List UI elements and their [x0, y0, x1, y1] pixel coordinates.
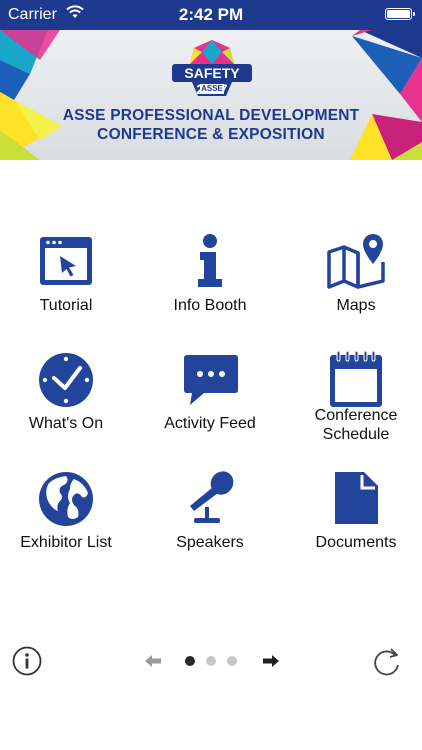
arrow-left-icon[interactable] [144, 654, 162, 668]
conference-schedule-label: Conference Schedule [314, 407, 398, 443]
calendar-icon [330, 350, 382, 407]
refresh-icon[interactable] [370, 646, 402, 678]
logo-subtext: ASSE [201, 84, 223, 93]
maps-button[interactable]: Maps [286, 232, 422, 350]
microphone-icon [190, 471, 234, 523]
speakers-button[interactable]: Speakers [140, 469, 280, 587]
activity-feed-button[interactable]: Activity Feed [140, 350, 280, 468]
whats-on-label: What's On [28, 415, 104, 432]
maps-label: Maps [336, 297, 376, 314]
banner-title-line1: ASSE PROFESSIONAL DEVELOPMENT [62, 107, 360, 124]
banner-title: ASSE PROFESSIONAL DEVELOPMENT CONFERENCE… [60, 106, 362, 144]
clock-time: 2:42 PM [178, 5, 244, 24]
tutorial-icon [40, 237, 92, 285]
whats-on-button[interactable]: What's On [0, 350, 136, 468]
arrow-right-icon[interactable] [262, 654, 280, 668]
info-booth-label: Info Booth [173, 297, 247, 314]
globe-icon [39, 472, 93, 526]
conference-schedule-button[interactable]: Conference Schedule [286, 350, 422, 468]
bottom-bar [0, 640, 422, 684]
chat-icon [184, 355, 238, 405]
status-bar: Carrier 2:42 PM [0, 0, 422, 30]
exhibitor-list-button[interactable]: Exhibitor List [0, 469, 136, 587]
activity-feed-label: Activity Feed [164, 415, 256, 432]
info-circle-icon[interactable] [12, 646, 42, 676]
page-indicator-dot-1[interactable] [185, 656, 195, 666]
documents-button[interactable]: Documents [286, 469, 422, 587]
conference-banner: SAFETY 2017 ASSE ASSE PROFESSIONAL DEVEL… [0, 30, 422, 160]
speakers-label: Speakers [176, 534, 244, 551]
info-icon [198, 234, 222, 287]
battery-icon [385, 8, 415, 20]
clock-icon [39, 353, 93, 407]
tutorial-button[interactable]: Tutorial [0, 232, 136, 350]
tutorial-label: Tutorial [39, 297, 93, 314]
exhibitor-list-label: Exhibitor List [20, 534, 112, 551]
banner-title-line2: CONFERENCE & EXPOSITION [97, 126, 325, 143]
info-booth-button[interactable]: Info Booth [140, 232, 280, 350]
map-icon [327, 234, 385, 289]
documents-label: Documents [315, 534, 397, 551]
page-indicator-dot-3[interactable] [227, 656, 237, 666]
page-indicator-dot-2[interactable] [206, 656, 216, 666]
safety-2017-logo: SAFETY 2017 ASSE [170, 38, 254, 100]
document-icon [335, 472, 378, 524]
